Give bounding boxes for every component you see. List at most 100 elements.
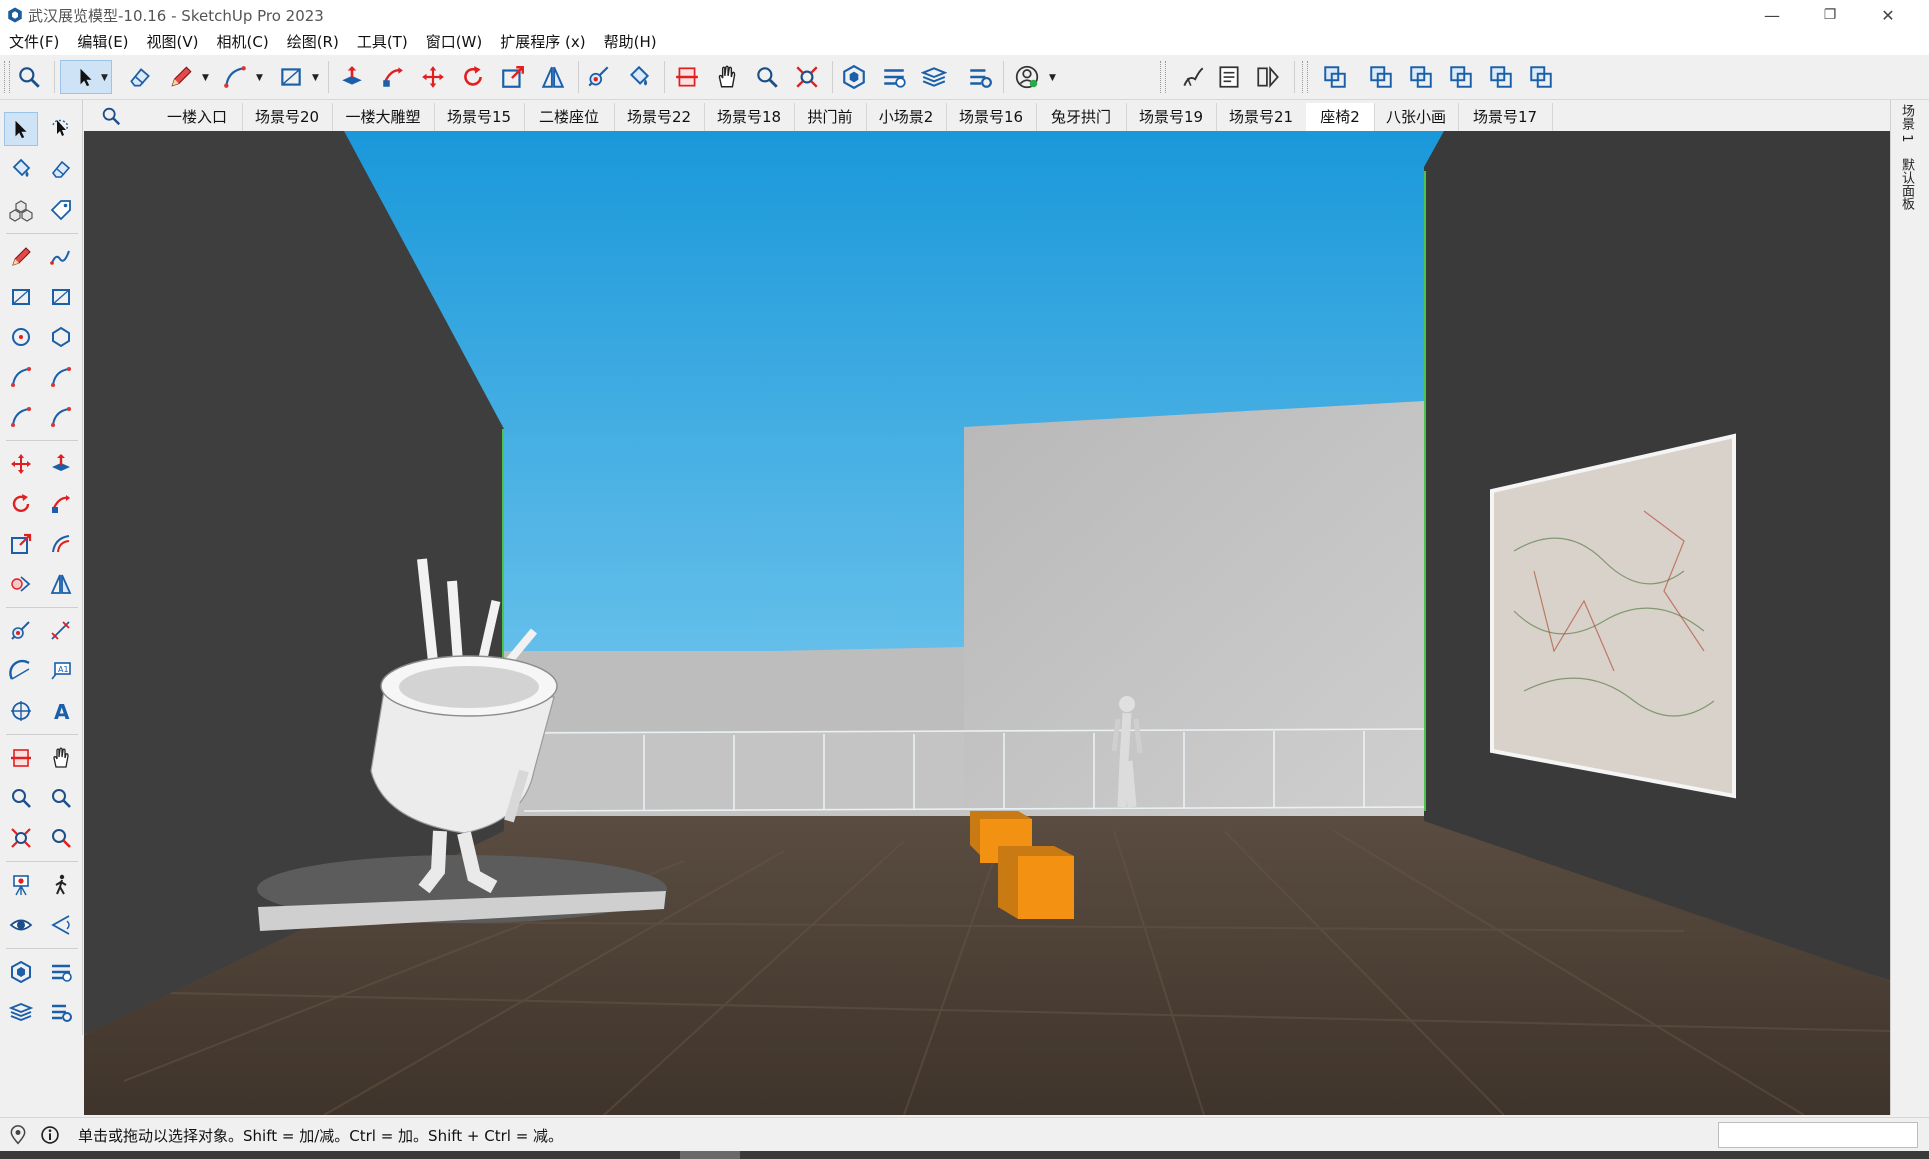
section-fill-icon[interactable] xyxy=(44,741,78,775)
rotate-icon[interactable] xyxy=(4,487,38,521)
close-icon[interactable]: ✕ xyxy=(1863,0,1913,30)
field-of-view-icon[interactable] xyxy=(44,908,78,942)
front-view-icon[interactable] xyxy=(1404,60,1438,94)
two-point-arc-icon[interactable] xyxy=(44,360,78,394)
paint-bucket-icon[interactable] xyxy=(622,60,656,94)
lasso-select-icon[interactable] xyxy=(44,112,78,146)
section-plane-icon[interactable] xyxy=(4,741,38,775)
menu-edit[interactable]: 编辑(E) xyxy=(68,30,137,55)
model-info-icon[interactable] xyxy=(1212,60,1246,94)
circle-icon[interactable] xyxy=(4,320,38,354)
search-icon[interactable] xyxy=(12,60,46,94)
rotated-rectangle-icon[interactable] xyxy=(44,280,78,314)
select-icon[interactable] xyxy=(4,112,38,146)
toolbar-grip[interactable] xyxy=(4,61,10,93)
menu-view[interactable]: 视图(V) xyxy=(138,30,208,55)
scale-icon[interactable] xyxy=(496,60,530,94)
tab-scene[interactable]: 小场景2 xyxy=(866,103,947,131)
tab-scene[interactable]: 场景号15 xyxy=(434,103,525,131)
line-icon[interactable] xyxy=(4,240,38,274)
menu-camera[interactable]: 相机(C) xyxy=(208,30,278,55)
three-point-arc-icon[interactable] xyxy=(4,400,38,434)
search-icon[interactable] xyxy=(100,105,124,129)
follow-me-icon[interactable] xyxy=(376,60,410,94)
menu-tools[interactable]: 工具(T) xyxy=(348,30,417,55)
scale-icon[interactable] xyxy=(4,527,38,561)
tab-scene[interactable]: 场景号17 xyxy=(1458,103,1553,131)
iso-view-icon[interactable] xyxy=(1318,60,1352,94)
eraser-icon[interactable] xyxy=(123,60,157,94)
chevron-down-icon[interactable]: ▼ xyxy=(202,73,209,83)
section-plane-icon[interactable] xyxy=(670,60,704,94)
tab-scene[interactable]: 场景号16 xyxy=(946,103,1037,131)
chevron-down-icon[interactable]: ▼ xyxy=(1049,73,1056,83)
look-around-icon[interactable] xyxy=(4,908,38,942)
top-view-icon[interactable] xyxy=(1364,60,1398,94)
tab-scene[interactable]: 场景号20 xyxy=(242,103,333,131)
tab-scene[interactable]: 场景号19 xyxy=(1126,103,1217,131)
minimize-icon[interactable]: — xyxy=(1747,0,1797,30)
tab-scene[interactable]: 场景号21 xyxy=(1216,103,1307,131)
tab-scene[interactable]: 兔牙拱门 xyxy=(1036,103,1127,131)
protractor-icon[interactable] xyxy=(4,654,38,688)
3d-text-icon[interactable] xyxy=(44,694,78,728)
push-pull-icon[interactable] xyxy=(44,447,78,481)
chevron-down-icon[interactable]: ▼ xyxy=(101,73,108,83)
tag-icon[interactable] xyxy=(44,193,78,227)
measurements-field[interactable] xyxy=(1718,1122,1918,1148)
arc-icon[interactable] xyxy=(4,360,38,394)
scenes-compare-icon[interactable] xyxy=(1251,60,1285,94)
zoom-icon[interactable] xyxy=(4,781,38,815)
layout-icon[interactable] xyxy=(4,995,38,1029)
solid-tools-icon[interactable] xyxy=(4,567,38,601)
tab-scene[interactable]: 场景号18 xyxy=(704,103,795,131)
back-view-icon[interactable] xyxy=(1484,60,1518,94)
rectangle-icon[interactable] xyxy=(274,60,308,94)
follow-me-icon[interactable] xyxy=(44,487,78,521)
right-view-icon[interactable] xyxy=(1444,60,1478,94)
geo-location-icon[interactable] xyxy=(8,1125,28,1145)
menu-extensions[interactable]: 扩展程序 (x) xyxy=(491,30,594,55)
move-icon[interactable] xyxy=(416,60,450,94)
chevron-down-icon[interactable]: ▼ xyxy=(256,73,263,83)
menu-draw[interactable]: 绘图(R) xyxy=(278,30,348,55)
rectangle-icon[interactable] xyxy=(4,280,38,314)
tab-scene-1[interactable]: 场景 1 xyxy=(1897,104,1916,142)
pencil-icon[interactable] xyxy=(164,60,198,94)
arc-icon[interactable] xyxy=(218,60,252,94)
pan-icon[interactable] xyxy=(710,60,744,94)
tab-scene[interactable]: 拱门前 xyxy=(794,103,867,131)
position-camera-icon[interactable] xyxy=(4,868,38,902)
previous-view-icon[interactable] xyxy=(44,821,78,855)
pie-icon[interactable] xyxy=(44,400,78,434)
tab-scene[interactable]: 一楼入口 xyxy=(152,103,243,131)
tab-scene[interactable]: 一楼大雕塑 xyxy=(332,103,435,131)
layout-icon[interactable] xyxy=(917,60,951,94)
toolbar-grip[interactable] xyxy=(1160,61,1166,93)
extension-manager-icon[interactable] xyxy=(44,995,78,1029)
tab-scene[interactable]: 二楼座位 xyxy=(524,103,615,131)
extension-warehouse-icon[interactable] xyxy=(44,955,78,989)
chevron-down-icon[interactable]: ▼ xyxy=(312,73,319,83)
walk-icon[interactable] xyxy=(44,868,78,902)
zoom-extents-icon[interactable] xyxy=(790,60,824,94)
move-icon[interactable] xyxy=(4,447,38,481)
model-viewport[interactable] xyxy=(84,131,1890,1115)
menu-file[interactable]: 文件(F) xyxy=(0,30,68,55)
flip-icon[interactable] xyxy=(44,567,78,601)
menu-help[interactable]: 帮助(H) xyxy=(595,30,666,55)
restore-icon[interactable]: ❐ xyxy=(1805,0,1855,30)
zoom-window-icon[interactable] xyxy=(44,781,78,815)
text-icon[interactable] xyxy=(44,654,78,688)
freehand-icon[interactable] xyxy=(44,240,78,274)
tab-default-tray[interactable]: 默认面板 xyxy=(1897,158,1916,210)
left-view-icon[interactable] xyxy=(1524,60,1558,94)
warehouse-icon[interactable] xyxy=(4,955,38,989)
sandbox-icon[interactable] xyxy=(1176,60,1210,94)
paint-bucket-icon[interactable] xyxy=(4,152,38,186)
zoom-icon[interactable] xyxy=(750,60,784,94)
menu-window[interactable]: 窗口(W) xyxy=(417,30,492,55)
flip-icon[interactable] xyxy=(536,60,570,94)
extension-manager-icon[interactable] xyxy=(963,60,997,94)
extension-warehouse-icon[interactable] xyxy=(877,60,911,94)
